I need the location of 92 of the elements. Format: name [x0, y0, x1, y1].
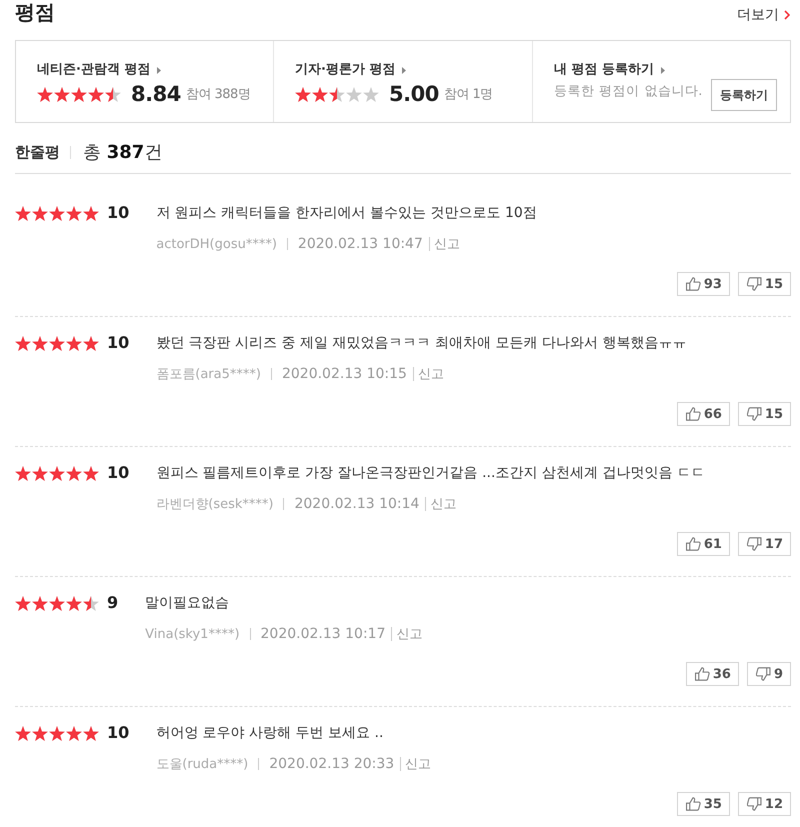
- thumbs-down-icon: [756, 667, 771, 681]
- star-icon: [346, 86, 362, 102]
- star-icon: [66, 726, 82, 740]
- review-date: 2020.02.13 20:33: [269, 756, 394, 772]
- star-icon: [66, 466, 82, 480]
- star-icon: [15, 596, 31, 610]
- star-icon: [329, 86, 345, 102]
- star-icon: [49, 206, 65, 220]
- review-date: 2020.02.13 10:17: [260, 626, 386, 642]
- reviews-heading: 한줄평: [15, 142, 60, 162]
- review-count: 총 387건: [83, 141, 162, 164]
- dislike-button[interactable]: 15: [738, 402, 791, 426]
- star-icon: [83, 596, 99, 610]
- star-icon: [363, 86, 379, 102]
- like-button[interactable]: 66: [676, 402, 730, 426]
- review-author: Vina(sky1****): [145, 626, 240, 642]
- review-text: 저 원피스 캐릭터들을 한자리에서 볼수있는 것만으로도 10점: [156, 204, 537, 223]
- star-icon: [15, 206, 31, 220]
- review-text: 말이필요없슴: [145, 594, 230, 613]
- register-button[interactable]: 등록하기: [710, 79, 777, 111]
- star-icon: [105, 86, 121, 102]
- section-title: 평점: [15, 0, 55, 24]
- average-score: 5.00: [389, 82, 439, 106]
- average-score: 8.84: [131, 82, 181, 106]
- star-icon: [83, 726, 99, 740]
- star-icon: [37, 86, 53, 102]
- star-icon: [88, 86, 104, 102]
- review-date: 2020.02.13 10:15: [282, 366, 407, 382]
- like-button[interactable]: 93: [676, 272, 730, 296]
- review-date: 2020.02.13 10:14: [294, 496, 420, 512]
- thumbs-up-icon: [686, 277, 701, 291]
- star-icon: [83, 206, 99, 220]
- more-link[interactable]: 더보기: [737, 6, 790, 24]
- star-icon: [71, 86, 87, 102]
- thumbs-up-icon: [686, 797, 701, 811]
- review-score: 9: [107, 593, 118, 613]
- star-icon: [15, 466, 31, 480]
- chevron-icon: [784, 10, 790, 20]
- thumbs-up-icon: [686, 407, 701, 421]
- thumbs-up-icon: [694, 667, 710, 681]
- star-icon: [312, 86, 328, 102]
- review-score: 10: [107, 463, 130, 483]
- review-author: 폼포름(ara5****): [156, 366, 261, 383]
- like-button[interactable]: 36: [686, 662, 739, 686]
- review-score: 10: [107, 203, 130, 223]
- thumbs-down-icon: [746, 797, 762, 811]
- review-date: 2020.02.13 10:47: [298, 236, 423, 252]
- participant-count: 참여 388명: [186, 86, 250, 103]
- rating-category-link[interactable]: 내 평점 등록하기: [554, 61, 666, 79]
- review-author: 도울(ruda****): [156, 756, 248, 773]
- star-icon: [83, 336, 99, 350]
- dislike-button[interactable]: 12: [738, 792, 791, 816]
- dislike-button[interactable]: 17: [738, 532, 791, 556]
- review-text: 허어엉 로우야 사랑해 두번 보세요 ..: [156, 724, 384, 743]
- review-text: 봤던 극장판 시리즈 중 제일 재밌었음ㅋㅋㅋ 최애차애 모든캐 다나와서 행복했음ㅠㅠ: [156, 334, 686, 353]
- review-score: 10: [107, 723, 130, 743]
- caret-icon: [402, 66, 406, 74]
- star-icon: [83, 466, 99, 480]
- star-icon: [15, 726, 31, 740]
- star-icon: [49, 336, 65, 350]
- dislike-button[interactable]: 9: [746, 662, 791, 686]
- thumbs-up-icon: [686, 537, 701, 551]
- star-icon: [49, 466, 65, 480]
- caret-icon: [661, 66, 666, 74]
- dislike-button[interactable]: 15: [738, 272, 791, 296]
- star-icon: [32, 466, 48, 480]
- review-text: 원피스 필름제트이후로 가장 잘나온극장판인거같음 ...조간지 삼천세계 겁나멋잇음 ㄷㄷ: [156, 464, 705, 483]
- star-icon: [32, 206, 48, 220]
- star-icon: [295, 86, 311, 102]
- review-author: actorDH(gosu****): [156, 236, 277, 252]
- star-icon: [54, 86, 70, 102]
- review-author: 라벤더향(sesk****): [156, 496, 274, 513]
- star-icon: [49, 726, 65, 740]
- empty-rating-message: 등록한 평점이 없습니다.: [554, 83, 703, 100]
- star-icon: [49, 596, 65, 610]
- star-icon: [66, 596, 82, 610]
- like-button[interactable]: 61: [676, 532, 730, 556]
- star-icon: [32, 726, 48, 740]
- caret-icon: [157, 66, 162, 74]
- rating-category-link[interactable]: 기자·평론가 평점: [295, 61, 406, 79]
- star-icon: [32, 336, 48, 350]
- thumbs-down-icon: [746, 277, 762, 291]
- star-icon: [66, 206, 82, 220]
- review-score: 10: [107, 333, 130, 353]
- rating-category-link[interactable]: 네티즌·관람객 평점: [37, 61, 162, 79]
- star-icon: [32, 596, 48, 610]
- thumbs-down-icon: [746, 407, 762, 421]
- participant-count: 참여 1명: [444, 86, 493, 103]
- like-button[interactable]: 35: [676, 792, 730, 816]
- star-icon: [66, 336, 82, 350]
- star-icon: [15, 336, 31, 350]
- thumbs-down-icon: [746, 537, 762, 551]
